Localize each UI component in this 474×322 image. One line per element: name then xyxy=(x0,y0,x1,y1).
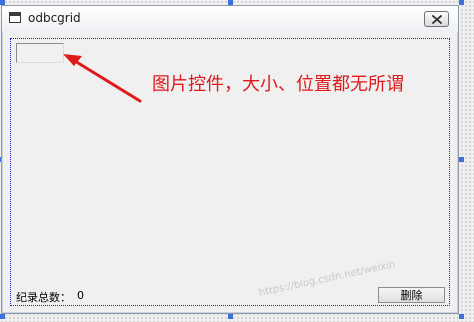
annotation-text: 图片控件，大小、位置都无所谓 xyxy=(152,74,404,95)
annotation-arrow-icon xyxy=(63,54,142,103)
